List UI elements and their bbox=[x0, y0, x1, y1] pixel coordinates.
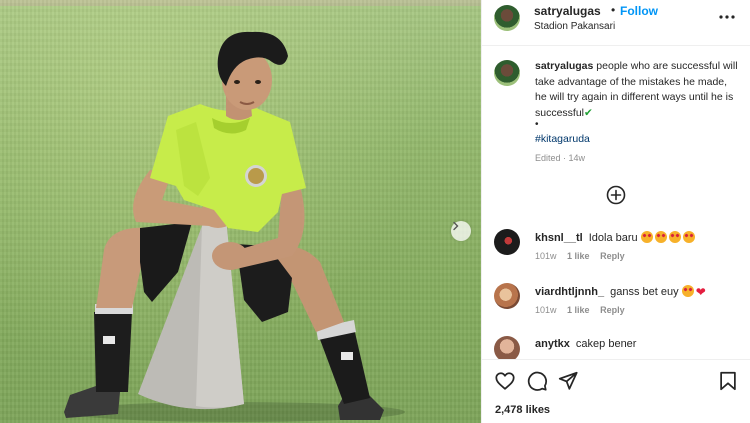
heart-eyes-emoji-icon bbox=[682, 231, 695, 243]
header-separator: • bbox=[611, 3, 616, 17]
bookmark-icon bbox=[720, 371, 736, 391]
comment-icon bbox=[527, 371, 547, 391]
comment-text: anytkx cakep bener bbox=[535, 338, 636, 350]
heart-eyes-emoji-icon bbox=[640, 231, 653, 243]
comment-item: viardhtljnnh_ ganss bet euy ❤ 101w 1 lik… bbox=[482, 283, 750, 327]
comment-item: khsnl__tl Idola baru 101w 1 like Reply bbox=[482, 229, 750, 273]
comment-username[interactable]: anytkx bbox=[535, 338, 570, 350]
heart-eyes-emoji-icon bbox=[681, 285, 694, 297]
comment-body: Idola baru bbox=[588, 232, 638, 244]
carousel-next-button[interactable] bbox=[451, 221, 471, 241]
comment-text: khsnl__tl Idola baru bbox=[535, 231, 697, 244]
post-details-panel: satryalugas • Follow Stadion Pakansari s… bbox=[481, 0, 750, 423]
post-actions-bar: 2,478 likes bbox=[482, 359, 750, 423]
like-button[interactable] bbox=[494, 370, 516, 392]
comment-likes[interactable]: 1 like bbox=[567, 251, 590, 261]
comment-username[interactable]: khsnl__tl bbox=[535, 232, 583, 244]
post-header: satryalugas • Follow Stadion Pakansari bbox=[482, 0, 750, 46]
more-options-button[interactable] bbox=[718, 8, 736, 26]
player-illustration bbox=[64, 31, 405, 422]
follow-button[interactable]: Follow bbox=[620, 4, 658, 18]
comment-meta: 101w 1 like Reply bbox=[535, 305, 633, 315]
caption-bullet: • bbox=[535, 119, 539, 130]
hashtag-link[interactable]: #kitagaruda bbox=[535, 133, 590, 145]
comment-avatar[interactable] bbox=[494, 283, 520, 309]
comment-body: ganss bet euy bbox=[610, 286, 679, 298]
plus-circle-icon bbox=[606, 185, 626, 205]
red-heart-icon: ❤ bbox=[695, 285, 706, 299]
caption-avatar[interactable] bbox=[494, 60, 520, 86]
caption-username[interactable]: satryalugas bbox=[535, 60, 593, 72]
comment-username[interactable]: viardhtljnnh_ bbox=[535, 286, 604, 298]
heart-eyes-emoji-icon bbox=[668, 231, 681, 243]
check-mark-icon: ✔ bbox=[584, 106, 593, 119]
chevron-right-icon bbox=[453, 221, 459, 231]
comment-body: cakep bener bbox=[575, 338, 637, 350]
comment-age: 101w bbox=[535, 251, 557, 261]
heart-outline-icon bbox=[495, 372, 515, 390]
avatar[interactable] bbox=[494, 5, 520, 31]
share-button[interactable] bbox=[557, 370, 579, 392]
caption-text-block: satryalugas people who are successful wi… bbox=[535, 59, 740, 121]
comment-likes[interactable]: 1 like bbox=[567, 305, 590, 315]
paper-plane-icon bbox=[558, 371, 578, 390]
post-photo[interactable] bbox=[0, 0, 481, 423]
comment-avatar[interactable] bbox=[494, 229, 520, 255]
more-horizontal-icon bbox=[719, 15, 735, 19]
header-username[interactable]: satryalugas bbox=[534, 4, 601, 18]
location-link[interactable]: Stadion Pakansari bbox=[534, 21, 615, 32]
likes-count[interactable]: 2,478 likes bbox=[495, 404, 550, 416]
caption-edited-time: Edited · 14w bbox=[535, 153, 586, 163]
comment-meta: 101w 1 like Reply bbox=[535, 251, 633, 261]
load-more-comments-button[interactable] bbox=[606, 185, 626, 205]
save-button[interactable] bbox=[717, 370, 739, 392]
comment-button[interactable] bbox=[526, 370, 548, 392]
comment-age: 101w bbox=[535, 305, 557, 315]
reply-button[interactable]: Reply bbox=[600, 251, 625, 261]
reply-button[interactable]: Reply bbox=[600, 305, 625, 315]
comment-text: viardhtljnnh_ ganss bet euy ❤ bbox=[535, 285, 706, 299]
heart-eyes-emoji-icon bbox=[654, 231, 667, 243]
